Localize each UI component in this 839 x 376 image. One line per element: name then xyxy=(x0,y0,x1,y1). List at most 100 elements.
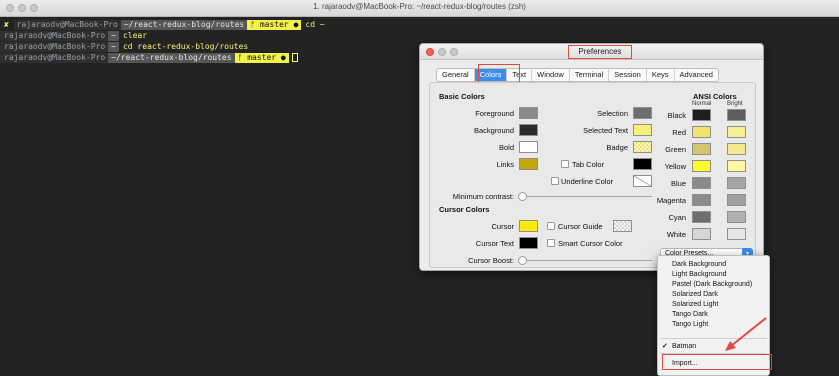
tab-window[interactable]: Window xyxy=(532,69,570,81)
cursor-boost-label: Cursor Boost: xyxy=(468,256,514,265)
error-mark-icon: ✘ xyxy=(4,20,9,29)
badge-label: Badge xyxy=(606,143,628,152)
links-label: Links xyxy=(496,160,514,169)
bold-label: Bold xyxy=(498,143,514,152)
background-label: Background xyxy=(473,126,514,135)
ansi-label-yellow: Yellow xyxy=(664,162,686,171)
ansi-black-normal-swatch[interactable] xyxy=(692,109,711,121)
cursor-boost-slider[interactable] xyxy=(518,256,652,265)
terminal-line: ✘ rajaraodv@MacBook-Pro ~/react-redux-blo… xyxy=(0,20,325,30)
ansi-black-bright-swatch[interactable] xyxy=(727,109,746,121)
cursor-label: Cursor xyxy=(491,222,514,231)
preferences-dialog: Preferences General Colors Text Window T… xyxy=(419,43,764,271)
tab-terminal[interactable]: Terminal xyxy=(570,69,610,81)
ansi-magenta-bright-swatch[interactable] xyxy=(727,194,746,206)
slider-knob[interactable] xyxy=(518,256,527,265)
prompt-directory: ~/react-redux-blog/routes xyxy=(108,53,235,63)
tab-session[interactable]: Session xyxy=(609,69,647,81)
terminal-command: cd ~ xyxy=(305,20,325,29)
preferences-title: Preferences xyxy=(568,45,632,59)
prompt-user: rajaraodv@MacBook-Pro xyxy=(0,42,109,52)
ansi-yellow-normal-swatch[interactable] xyxy=(692,160,711,172)
background-swatch[interactable] xyxy=(519,124,538,136)
colors-panel: Basic Colors Foreground Background Bold … xyxy=(429,82,756,268)
cursor-guide-label: Cursor Guide xyxy=(558,222,603,231)
ansi-magenta-normal-swatch[interactable] xyxy=(692,194,711,206)
menu-item-tango-light[interactable]: Tango Light xyxy=(672,320,708,329)
ansi-blue-bright-swatch[interactable] xyxy=(727,177,746,189)
ansi-cyan-bright-swatch[interactable] xyxy=(727,211,746,223)
terminal-command: clear xyxy=(122,31,148,40)
ansi-label-black: Black xyxy=(667,111,686,120)
prompt-user: rajaraodv@MacBook-Pro xyxy=(0,31,109,41)
close-dialog-button[interactable] xyxy=(426,48,434,56)
prompt-directory: ~ xyxy=(108,42,119,52)
terminal-line: rajaraodv@MacBook-Pro ~/react-redux-blog/… xyxy=(0,53,298,63)
tab-general[interactable]: General xyxy=(437,69,475,81)
cursor-guide-swatch[interactable] xyxy=(613,220,632,232)
highlight-box xyxy=(662,354,772,370)
cursor-colors-heading: Cursor Colors xyxy=(439,205,490,214)
ansi-label-blue: Blue xyxy=(670,179,686,188)
ansi-label-magenta: Magenta xyxy=(656,196,686,205)
terminal-line: rajaraodv@MacBook-Pro ~ cd react-redux-blo… xyxy=(0,42,248,52)
ansi-red-bright-swatch[interactable] xyxy=(727,126,746,138)
tab-advanced[interactable]: Advanced xyxy=(675,69,718,81)
normal-column-label: Normal xyxy=(692,101,712,107)
foreground-label: Foreground xyxy=(475,109,514,118)
menu-item-solarized-dark[interactable]: Solarized Dark xyxy=(672,290,718,299)
tab-keys[interactable]: Keys xyxy=(647,69,675,81)
minimum-contrast-slider[interactable] xyxy=(518,192,652,201)
menu-item-pastel-dark-background[interactable]: Pastel (Dark Background) xyxy=(672,280,752,289)
terminal-title: 1. rajaraodv@MacBook-Pro: ~/react-redux-… xyxy=(313,2,526,11)
slider-knob[interactable] xyxy=(518,192,527,201)
zoom-dialog-button[interactable] xyxy=(450,48,458,56)
ansi-label-cyan: Cyan xyxy=(668,213,686,222)
cursor-swatch[interactable] xyxy=(519,220,538,232)
menu-item-solarized-light[interactable]: Solarized Light xyxy=(672,300,718,309)
links-swatch[interactable] xyxy=(519,158,538,170)
foreground-swatch[interactable] xyxy=(519,107,538,119)
underline-color-checkbox[interactable] xyxy=(551,177,559,185)
minimize-dialog-button[interactable] xyxy=(438,48,446,56)
ansi-colors-heading: ANSI Colors xyxy=(693,92,737,101)
prompt-git-branch: ᚠ master ● xyxy=(234,53,289,63)
prompt-user: rajaraodv@MacBook-Pro xyxy=(13,20,121,30)
menu-item-dark-background[interactable]: Dark Background xyxy=(672,260,726,269)
ansi-white-normal-swatch[interactable] xyxy=(692,228,711,240)
prompt-directory: ~/react-redux-blog/routes xyxy=(120,20,248,30)
cursor-text-label: Cursor Text xyxy=(475,239,514,248)
terminal-line: rajaraodv@MacBook-Pro ~ clear xyxy=(0,31,147,41)
screen: 1. rajaraodv@MacBook-Pro: ~/react-redux-… xyxy=(0,0,839,376)
terminal-command: cd react-redux-blog/routes xyxy=(122,42,249,51)
preferences-titlebar: Preferences xyxy=(420,44,763,60)
ansi-green-bright-swatch[interactable] xyxy=(727,143,746,155)
ansi-yellow-bright-swatch[interactable] xyxy=(727,160,746,172)
menu-item-light-background[interactable]: Light Background xyxy=(672,270,726,279)
cursor-guide-checkbox[interactable] xyxy=(547,222,555,230)
tab-color-label: Tab Color xyxy=(572,160,605,169)
smart-cursor-color-label: Smart Cursor Color xyxy=(558,239,623,248)
menu-item-batman[interactable]: Batman xyxy=(672,342,696,351)
smart-cursor-color-checkbox[interactable] xyxy=(547,239,555,247)
ansi-cyan-normal-swatch[interactable] xyxy=(692,211,711,223)
checkmark-icon: ✓ xyxy=(662,343,668,350)
ansi-red-normal-swatch[interactable] xyxy=(692,126,711,138)
selected-text-label: Selected Text xyxy=(583,126,628,135)
terminal-titlebar: 1. rajaraodv@MacBook-Pro: ~/react-redux-… xyxy=(0,0,839,17)
tab-color-checkbox[interactable] xyxy=(561,160,569,168)
menu-item-tango-dark[interactable]: Tango Dark xyxy=(672,310,708,319)
bold-swatch[interactable] xyxy=(519,141,538,153)
prompt-user: rajaraodv@MacBook-Pro xyxy=(0,53,109,63)
minimum-contrast-label: Minimum contrast: xyxy=(452,192,514,201)
basic-colors-heading: Basic Colors xyxy=(439,92,485,101)
prompt-git-branch: ᚠ master ● xyxy=(247,20,302,30)
selection-label: Selection xyxy=(597,109,628,118)
bright-column-label: Bright xyxy=(727,101,743,107)
ansi-blue-normal-swatch[interactable] xyxy=(692,177,711,189)
ansi-label-green: Green xyxy=(665,145,686,154)
ansi-white-bright-swatch[interactable] xyxy=(727,228,746,240)
prompt-directory: ~ xyxy=(108,31,119,41)
ansi-green-normal-swatch[interactable] xyxy=(692,143,711,155)
cursor-text-swatch[interactable] xyxy=(519,237,538,249)
